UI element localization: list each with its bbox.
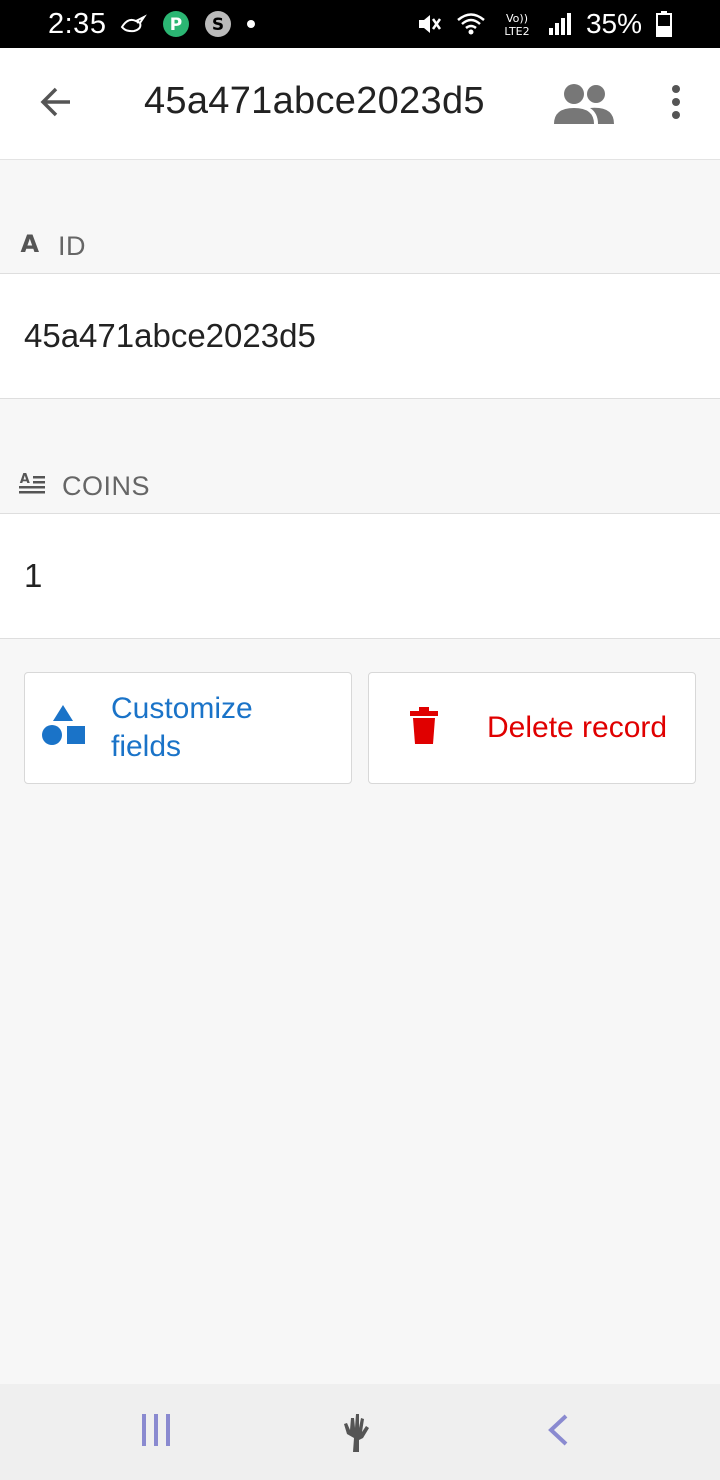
customize-fields-button[interactable]: Customize fields — [24, 672, 352, 784]
svg-text:Vo)): Vo)) — [506, 12, 528, 25]
signal-icon — [548, 12, 572, 36]
people-icon — [552, 84, 616, 130]
svg-text:S: S — [212, 15, 224, 35]
shapes-icon — [41, 704, 87, 752]
delete-record-label: Delete record — [487, 711, 668, 744]
field-label-id: ID — [58, 230, 86, 261]
field-value-coins[interactable]: 1 — [0, 513, 720, 639]
battery-icon — [656, 11, 672, 37]
status-time: 2:35 — [48, 7, 107, 40]
s-app-icon: S — [204, 10, 232, 38]
field-value-id[interactable]: 45a471abce2023d5 — [0, 273, 720, 399]
mute-icon — [416, 11, 442, 37]
more-vert-icon — [670, 84, 682, 125]
home-icon — [341, 1408, 371, 1457]
field-header-id: A ID — [0, 226, 720, 266]
nav-home-button[interactable] — [326, 1404, 386, 1460]
field-value-id-text: 45a471abce2023d5 — [24, 317, 316, 354]
bird-icon — [120, 13, 148, 35]
page-title: 45a471abce2023d5 — [144, 80, 485, 122]
status-bar: 2:35 P S Vo)) LTE2 35% — [0, 0, 720, 48]
arrow-left-icon — [38, 84, 74, 125]
svg-text:LTE2: LTE2 — [504, 25, 529, 38]
back-icon — [546, 1413, 570, 1452]
field-label-coins: COINS — [62, 470, 151, 501]
delete-record-button[interactable]: Delete record — [368, 672, 696, 784]
nav-back-button[interactable] — [528, 1404, 588, 1460]
recents-icon — [140, 1413, 172, 1452]
field-value-coins-text: 1 — [24, 557, 43, 594]
customize-fields-label: Customize fields — [111, 692, 253, 763]
battery-percent: 35% — [585, 8, 642, 39]
text-a-icon: A — [18, 230, 42, 262]
share-people-button[interactable] — [552, 82, 616, 126]
wifi-icon — [456, 11, 486, 37]
svg-text:A: A — [20, 472, 31, 487]
svg-text:A: A — [20, 231, 39, 255]
volte-icon: Vo)) LTE2 — [500, 10, 534, 38]
nav-recents-button[interactable] — [126, 1404, 186, 1460]
text-lines-icon: A — [18, 471, 46, 502]
status-right: Vo)) LTE2 35% — [416, 8, 672, 40]
p-app-icon: P — [162, 10, 190, 38]
system-nav-bar — [0, 1384, 720, 1480]
status-left: 2:35 P S — [48, 8, 256, 41]
app-bar: 45a471abce2023d5 — [0, 48, 720, 160]
svg-text:P: P — [170, 15, 182, 35]
notification-dot-icon — [246, 19, 256, 29]
trash-icon — [409, 706, 439, 750]
more-options-button[interactable] — [660, 78, 692, 130]
field-header-coins: A COINS — [0, 466, 720, 506]
back-button[interactable] — [34, 78, 78, 130]
